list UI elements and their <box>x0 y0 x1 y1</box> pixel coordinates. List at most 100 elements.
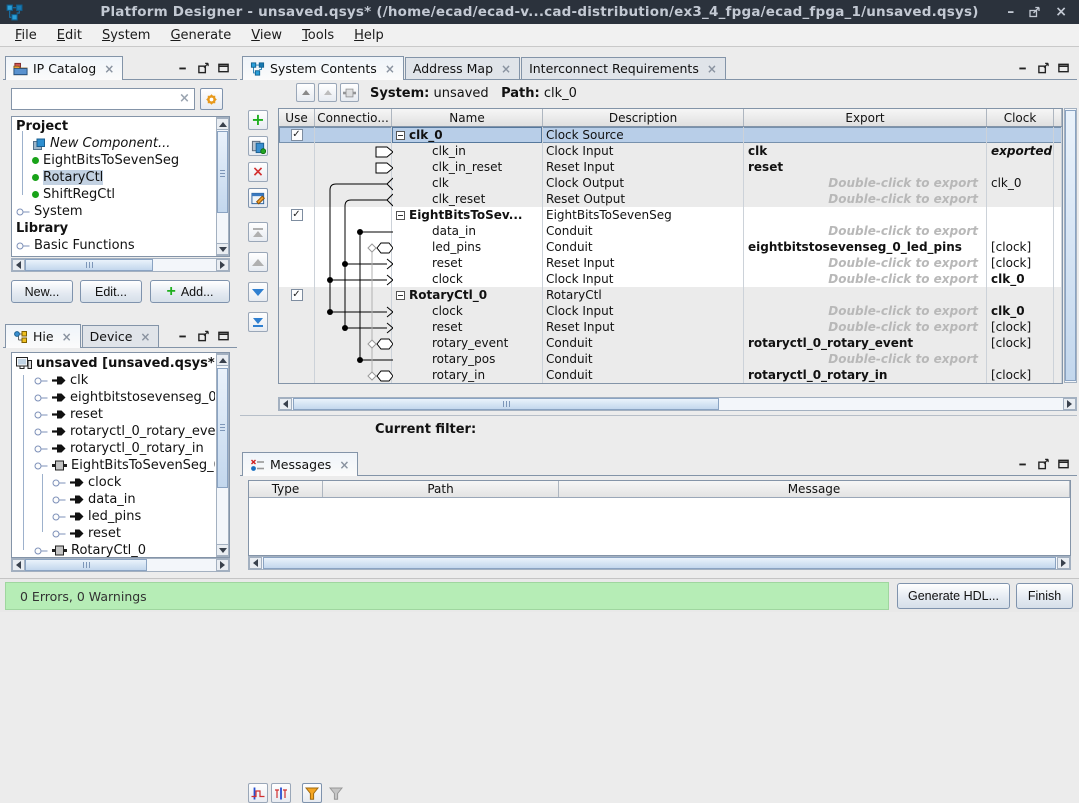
messages-column-path[interactable]: Path <box>323 481 559 497</box>
export-cell[interactable] <box>744 207 987 223</box>
system-row-clk[interactable]: clkClock OutputDouble-click to exportclk… <box>279 175 1062 191</box>
ip-tree-item-eightbitstosevenseg[interactable]: EightBitsToSevenSeg <box>14 152 215 169</box>
menu-item-generate[interactable]: Generate <box>161 26 240 45</box>
panel-float-icon[interactable] <box>1037 458 1050 470</box>
messages-tab-messages[interactable]: Messages× <box>242 452 358 476</box>
tab-close-icon[interactable]: × <box>104 62 114 76</box>
ip-settings-button[interactable] <box>200 88 223 110</box>
panel-minimize-icon[interactable] <box>1017 62 1030 74</box>
column-header-clock[interactable]: Clock <box>987 109 1054 126</box>
hierarchy-vscroll-thumb[interactable] <box>217 368 228 488</box>
column-header-description[interactable]: Description <box>543 109 744 126</box>
hierarchy-item-eightbitstosevenseg-0-led-pins[interactable]: eightbitstosevenseg_0_led_pins <box>14 389 215 406</box>
clock-cell[interactable] <box>987 159 1054 175</box>
clock-cell[interactable]: [clock] <box>987 319 1054 335</box>
messages-hscroll-thumb[interactable] <box>263 557 1056 569</box>
export-cell[interactable]: Double-click to export <box>744 271 987 287</box>
use-checkbox[interactable]: ✓ <box>291 129 303 141</box>
hierarchy-item-eightbitstosevenseg-0[interactable]: EightBitsToSevenSeg_0 <box>14 457 215 474</box>
scroll-left-icon[interactable] <box>16 561 21 569</box>
panel-minimize-icon[interactable] <box>177 62 190 74</box>
clock-cell[interactable] <box>987 127 1054 143</box>
hierarchy-item-unsaved-unsaved-qsys[interactable]: unsaved [unsaved.qsys*] <box>14 355 215 372</box>
window-close-button[interactable]: × <box>1055 5 1067 19</box>
clock-cell[interactable]: [clock] <box>987 239 1054 255</box>
panel-maximize-icon[interactable] <box>217 62 230 74</box>
ip-tree-vscrollbar[interactable] <box>216 117 229 256</box>
system-row-clock[interactable]: clockClock InputDouble-click to exportcl… <box>279 271 1062 287</box>
scroll-down-icon[interactable] <box>219 548 227 553</box>
scroll-up-icon[interactable] <box>219 358 227 363</box>
edit-row-button[interactable] <box>248 188 268 208</box>
hierarchy-vscrollbar[interactable] <box>216 353 229 557</box>
clock-cell[interactable]: [clock] <box>987 335 1054 351</box>
export-cell[interactable]: rotaryctl_0_rotary_event <box>744 335 987 351</box>
ip-tree-item-dsp[interactable]: DSP <box>14 254 215 257</box>
nav-up-button[interactable] <box>296 83 315 102</box>
show-interfaces-button[interactable] <box>271 783 291 803</box>
panel-float-icon[interactable] <box>1037 62 1050 74</box>
table-vscroll-thumb[interactable] <box>1065 110 1076 381</box>
use-checkbox[interactable]: ✓ <box>291 209 303 221</box>
contents-tab-system-contents[interactable]: System Contents× <box>242 56 404 80</box>
move-up-button[interactable] <box>248 252 268 272</box>
column-header-name[interactable]: Name <box>392 109 543 126</box>
export-cell[interactable]: reset <box>744 159 987 175</box>
panel-maximize-icon[interactable] <box>217 330 230 342</box>
export-cell[interactable]: Double-click to export <box>744 255 987 271</box>
move-top-button[interactable] <box>248 222 268 242</box>
clock-cell[interactable]: [clock] <box>987 367 1054 383</box>
edit-component-button[interactable]: Edit... <box>80 280 142 303</box>
column-header-export[interactable]: Export <box>744 109 987 126</box>
window-restore-icon[interactable] <box>1028 6 1041 18</box>
clock-cell[interactable] <box>987 351 1054 367</box>
contents-tab-address-map[interactable]: Address Map× <box>405 57 520 79</box>
ip-tree-hscroll-thumb[interactable] <box>25 259 153 271</box>
clock-cell[interactable]: [clock] <box>987 255 1054 271</box>
hierarchy-item-rotaryctl-0-rotary-event[interactable]: rotaryctl_0_rotary_event <box>14 423 215 440</box>
hierarchy-item-led-pins[interactable]: led_pins <box>14 508 215 525</box>
hierarchy-hscrollbar[interactable] <box>11 558 230 572</box>
panel-minimize-icon[interactable] <box>1017 458 1030 470</box>
new-component-button[interactable]: New... <box>11 280 73 303</box>
ip-search-input[interactable] <box>11 88 195 110</box>
scroll-right-icon[interactable] <box>1061 559 1066 567</box>
ip-tab-ip-catalog[interactable]: IP Catalog× <box>5 56 123 80</box>
duplicate-button[interactable] <box>248 136 268 156</box>
export-cell[interactable]: Double-click to export <box>744 351 987 367</box>
scroll-down-icon[interactable] <box>219 247 227 252</box>
tab-close-icon[interactable]: × <box>501 62 511 76</box>
move-down-button[interactable] <box>248 282 268 302</box>
scroll-right-icon[interactable] <box>220 261 225 269</box>
column-header-use[interactable]: Use <box>279 109 315 126</box>
hierarchy-item-rotaryctl-0-rotary-in[interactable]: rotaryctl_0_rotary_in <box>14 440 215 457</box>
use-checkbox[interactable]: ✓ <box>291 289 303 301</box>
table-hscroll-thumb[interactable] <box>293 398 719 410</box>
export-cell[interactable]: clk <box>744 143 987 159</box>
ip-tree-item-system[interactable]: System <box>14 203 215 220</box>
collapse-icon[interactable] <box>396 291 405 300</box>
export-cell[interactable]: Double-click to export <box>744 223 987 239</box>
clock-cell[interactable] <box>987 223 1054 239</box>
hier-tab-device[interactable]: Device× <box>82 325 160 347</box>
tab-close-icon[interactable]: × <box>62 330 72 344</box>
tab-close-icon[interactable]: × <box>140 330 150 344</box>
search-clear-icon[interactable]: × <box>179 91 190 106</box>
filter-button[interactable] <box>302 783 322 803</box>
clock-cell[interactable]: clk_0 <box>987 271 1054 287</box>
export-cell[interactable]: Double-click to export <box>744 319 987 335</box>
system-row-rotary-pos[interactable]: rotary_posConduitDouble-click to export <box>279 351 1062 367</box>
clock-cell[interactable]: clk_0 <box>987 303 1054 319</box>
ip-tree-vscroll-thumb[interactable] <box>217 131 228 213</box>
clock-cell[interactable]: exported <box>987 143 1054 159</box>
export-cell[interactable]: Double-click to export <box>744 303 987 319</box>
system-row-clock[interactable]: clockClock InputDouble-click to exportcl… <box>279 303 1062 319</box>
tab-close-icon[interactable]: × <box>385 62 395 76</box>
system-row-reset[interactable]: resetReset InputDouble-click to export[c… <box>279 319 1062 335</box>
panel-float-icon[interactable] <box>197 330 210 342</box>
clock-cell[interactable] <box>987 207 1054 223</box>
system-row-clk-in-reset[interactable]: clk_in_resetReset Inputreset <box>279 159 1062 175</box>
menu-item-file[interactable]: File <box>6 26 46 45</box>
tab-close-icon[interactable]: × <box>707 62 717 76</box>
export-cell[interactable] <box>744 287 987 303</box>
